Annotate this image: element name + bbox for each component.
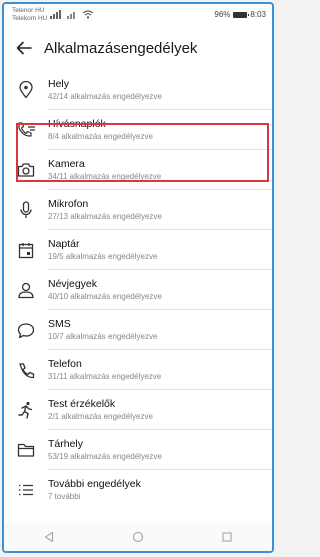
signal-icon [50,10,64,21]
body-sensor-icon [4,390,48,430]
status-right: 96% 8:03 [214,10,266,19]
carrier-name-2: Telekom HU [12,15,48,22]
permission-count: 27/13 alkalmazás engedélyezve [48,212,162,221]
permission-label: SMS [48,318,71,330]
nav-back-button[interactable] [43,531,55,543]
page-title: Alkalmazásengedélyek [44,39,198,57]
permission-label: Kamera [48,158,85,170]
permission-count: 8/4 alkalmazás engedélyezve [48,132,153,141]
permission-label: Névjegyek [48,278,98,290]
calendar-icon [4,230,48,270]
permission-count: 40/10 alkalmazás engedélyezve [48,292,162,301]
app-bar: Alkalmazásengedélyek [4,30,272,66]
permission-label: Mikrofon [48,198,89,210]
microphone-icon [4,190,48,230]
permission-label: Test érzékelők [48,398,116,410]
back-arrow-icon [16,41,32,55]
permission-label: Telefon [48,358,82,370]
status-bar: Telenor HU Telekom HU 96% 8:03 [4,4,272,26]
nav-recents-button[interactable] [221,531,233,543]
storage-folder-icon [4,430,48,470]
back-button[interactable] [4,30,44,66]
nav-home-button[interactable] [132,531,144,543]
permission-count: 31/11 alkalmazás engedélyezve [48,372,162,381]
permission-item-storage[interactable]: Tárhely 53/19 alkalmazás engedélyezve [4,430,272,470]
clock: 8:03 [250,10,266,19]
phone-icon [4,350,48,390]
permission-item-call-logs[interactable]: Hívásnaplók 8/4 alkalmazás engedélyezve [4,110,272,150]
permission-item-body-sensors[interactable]: Test érzékelők 2/1 alkalmazás engedélyez… [4,390,272,430]
permission-count: 10/7 alkalmazás engedélyezve [48,332,158,341]
contacts-icon [4,270,48,310]
battery-icon [233,11,250,18]
permission-label: Naptár [48,238,80,250]
navigation-bar [4,523,272,551]
permission-item-phone[interactable]: Telefon 31/11 alkalmazás engedélyezve [4,350,272,390]
permission-item-contacts[interactable]: Névjegyek 40/10 alkalmazás engedélyezve [4,270,272,310]
location-icon [4,70,48,110]
phone-screen: Telenor HU Telekom HU 96% 8:03 Alkalmazá… [2,2,274,553]
signal-icon-2 [67,10,79,21]
permission-item-location[interactable]: Hely 42/14 alkalmazás engedélyezve [4,70,272,110]
square-recents-icon [222,532,232,542]
permission-item-more[interactable]: További engedélyek 7 további [4,470,272,510]
permission-item-microphone[interactable]: Mikrofon 27/13 alkalmazás engedélyezve [4,190,272,230]
carrier-info: Telenor HU Telekom HU [12,7,47,23]
battery-percent: 96% [214,10,231,19]
sms-icon [4,310,48,350]
permission-label: Tárhely [48,438,84,450]
permission-item-sms[interactable]: SMS 10/7 alkalmazás engedélyezve [4,310,272,350]
permission-count: 53/19 alkalmazás engedélyezve [48,452,162,461]
carrier-name-1: Telenor HU [12,7,45,14]
permission-count: 2/1 alkalmazás engedélyezve [48,412,153,421]
more-permissions-icon [4,470,48,510]
call-log-icon [4,110,48,150]
permission-count: 19/5 alkalmazás engedélyezve [48,252,158,261]
permission-label: Hely [48,78,70,90]
permission-item-camera[interactable]: Kamera 34/11 alkalmazás engedélyezve [4,150,272,190]
camera-icon [4,150,48,190]
permission-label: További engedélyek [48,478,141,490]
circle-home-icon [132,531,144,543]
permission-count: 7 további [48,492,81,501]
permission-count: 34/11 alkalmazás engedélyezve [48,172,162,181]
permission-item-calendar[interactable]: Naptár 19/5 alkalmazás engedélyezve [4,230,272,270]
permission-label: Hívásnaplók [48,118,106,130]
triangle-back-icon [44,531,53,543]
permission-count: 42/14 alkalmazás engedélyezve [48,92,162,101]
wifi-icon [82,10,94,21]
permission-list: Hely 42/14 alkalmazás engedélyezve Hívás… [4,70,272,510]
